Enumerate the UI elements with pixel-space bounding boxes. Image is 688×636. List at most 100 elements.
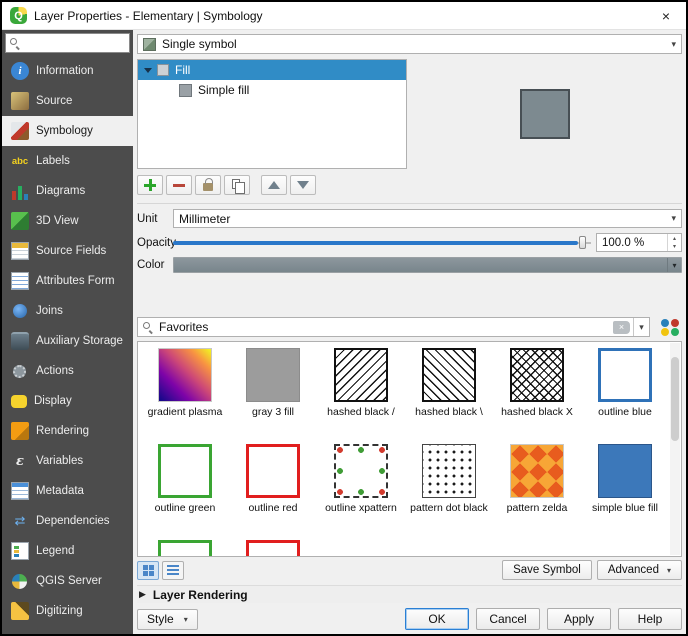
minus-icon — [173, 184, 185, 187]
spin-up-icon[interactable]: ▴ — [668, 234, 681, 243]
scrollbar-thumb[interactable] — [671, 357, 679, 441]
sidebar-item-digitizing[interactable]: Digitizing — [2, 596, 133, 626]
color-picker-button[interactable]: ▾ — [173, 257, 682, 273]
layer-rendering-label: Layer Rendering — [153, 588, 248, 602]
rendering-icon — [11, 422, 29, 440]
sidebar-item-variables[interactable]: εVariables — [2, 446, 133, 476]
symbol-item[interactable]: outline blue — [581, 348, 669, 444]
tree-expander-icon[interactable] — [144, 68, 152, 73]
grid-view-icon — [143, 565, 154, 576]
sidebar-item-rendering[interactable]: Rendering — [2, 416, 133, 446]
symbol-swatch-hashed-black-backslash — [422, 348, 476, 402]
symbol-item[interactable]: hashed black \ — [405, 348, 493, 444]
sidebar-item-joins[interactable]: Joins — [2, 296, 133, 326]
symbol-item[interactable]: pattern zelda — [493, 444, 581, 540]
close-button[interactable]: × — [646, 2, 686, 29]
tree-item-simple-fill[interactable]: Simple fill — [138, 80, 406, 100]
opacity-slider[interactable] — [173, 233, 591, 252]
sidebar-search-input[interactable] — [25, 37, 125, 49]
chevron-down-icon[interactable]: ▾ — [667, 258, 681, 272]
symbol-label: outline blue — [581, 406, 669, 418]
sidebar-item-diagrams[interactable]: Diagrams — [2, 176, 133, 206]
list-view-button[interactable] — [162, 561, 184, 580]
style-filter-input[interactable]: Favorites — [159, 320, 613, 334]
opacity-slider-handle[interactable] — [579, 236, 586, 249]
add-symbol-layer-button[interactable] — [137, 175, 163, 195]
symbol-browser-scrollbar[interactable] — [670, 343, 680, 555]
opacity-spinbox[interactable]: 100.0 % ▴ ▾ — [596, 233, 682, 252]
sidebar-item-dependencies[interactable]: ⇄Dependencies — [2, 506, 133, 536]
symbol-browser: gradient plasma gray 3 fill hashed black… — [137, 341, 682, 557]
symbol-item[interactable]: gray 3 fill — [229, 348, 317, 444]
dialog-footer: Style ▾ OK Cancel Apply Help — [137, 608, 682, 630]
sidebar-item-display[interactable]: Display — [2, 386, 133, 416]
move-up-button[interactable] — [261, 175, 287, 195]
sidebar-item-label: QGIS Server — [36, 575, 102, 587]
advanced-button[interactable]: Advanced▾ — [597, 560, 682, 580]
opacity-label: Opacity — [137, 237, 173, 249]
unit-label: Unit — [137, 213, 173, 225]
sidebar-item-source-fields[interactable]: Source Fields — [2, 236, 133, 266]
sidebar-item-labels[interactable]: abcLabels — [2, 146, 133, 176]
sidebar-item-information[interactable]: iInformation — [2, 56, 133, 86]
style-manager-button[interactable] — [658, 317, 682, 337]
symbol-type-select[interactable]: Single symbol ▾ — [137, 34, 682, 54]
sidebar-item-auxiliary-storage[interactable]: Auxiliary Storage — [2, 326, 133, 356]
qgis-server-icon — [12, 574, 27, 589]
duplicate-symbol-layer-button[interactable] — [224, 175, 250, 195]
sidebar-item-legend[interactable]: Legend — [2, 536, 133, 566]
arrow-down-icon — [297, 181, 309, 189]
sidebar-item-symbology[interactable]: Symbology — [2, 116, 133, 146]
remove-symbol-layer-button[interactable] — [166, 175, 192, 195]
collapsed-arrow-icon: ▶ — [139, 589, 146, 600]
symbol-swatch-partial — [246, 540, 300, 557]
layer-properties-window: Q Layer Properties - Elementary | Symbol… — [0, 0, 688, 636]
sidebar-search-box[interactable] — [5, 33, 130, 53]
cancel-button[interactable]: Cancel — [476, 608, 540, 630]
layer-rendering-section[interactable]: ▶ Layer Rendering — [137, 585, 682, 603]
sidebar-item-metadata[interactable]: Metadata — [2, 476, 133, 506]
symbol-item[interactable]: hashed black X — [493, 348, 581, 444]
symbol-swatch-hashed-black-slash — [334, 348, 388, 402]
spin-down-icon[interactable]: ▾ — [668, 243, 681, 252]
sidebar-item-qgis-server[interactable]: QGIS Server — [2, 566, 133, 596]
symbol-item[interactable]: pattern dot black — [405, 444, 493, 540]
tree-item-label: Fill — [175, 63, 190, 77]
symbol-item[interactable]: hashed black / — [317, 348, 405, 444]
sidebar-item-source[interactable]: Source — [2, 86, 133, 116]
unit-select[interactable]: Millimeter ▾ — [173, 209, 682, 228]
symbol-item[interactable]: outline red — [229, 444, 317, 540]
source-fields-icon — [11, 242, 29, 260]
icon-view-button[interactable] — [137, 561, 159, 580]
tree-item-fill[interactable]: Fill — [138, 60, 406, 80]
style-menu-button[interactable]: Style ▾ — [137, 609, 198, 630]
symbol-item[interactable]: outline xpattern — [317, 444, 405, 540]
title-bar[interactable]: Q Layer Properties - Elementary | Symbol… — [2, 2, 686, 30]
ok-button[interactable]: OK — [405, 608, 469, 630]
symbol-item-partial[interactable] — [229, 540, 317, 557]
symbol-item[interactable]: gradient plasma — [141, 348, 229, 444]
sidebar-item-label: Legend — [36, 545, 74, 557]
source-icon — [11, 92, 29, 110]
symbol-item[interactable]: simple blue fill — [581, 444, 669, 540]
symbol-item[interactable]: outline green — [141, 444, 229, 540]
clear-filter-icon[interactable]: × — [613, 321, 630, 334]
symbol-swatch-outline-red — [246, 444, 300, 498]
filter-dropdown-icon[interactable]: ▾ — [633, 318, 649, 336]
move-down-button[interactable] — [290, 175, 316, 195]
sidebar-item-attributes-form[interactable]: Attributes Form — [2, 266, 133, 296]
fill-layer-checkbox[interactable] — [157, 64, 169, 76]
symbol-item-partial[interactable] — [141, 540, 229, 557]
symbol-type-value: Single symbol — [162, 37, 237, 51]
style-filter-box[interactable]: Favorites × ▾ — [137, 317, 650, 337]
sidebar-item-label: Rendering — [36, 425, 89, 437]
lock-color-button[interactable] — [195, 175, 221, 195]
save-symbol-button[interactable]: Save Symbol — [502, 560, 592, 580]
symbol-label: outline xpattern — [317, 502, 405, 514]
list-view-icon — [167, 565, 179, 575]
symbol-swatch-partial — [158, 540, 212, 557]
sidebar-item-3d-view[interactable]: 3D View — [2, 206, 133, 236]
sidebar-item-actions[interactable]: Actions — [2, 356, 133, 386]
apply-button[interactable]: Apply — [547, 608, 611, 630]
help-button[interactable]: Help — [618, 608, 682, 630]
